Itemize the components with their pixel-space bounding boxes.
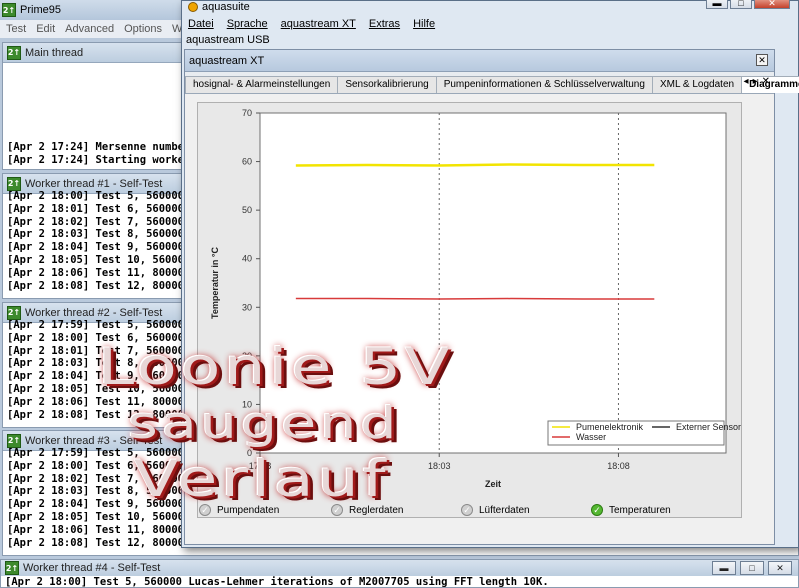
minimize-button[interactable]: ▬ [712, 561, 736, 575]
menu-options[interactable]: Options [124, 23, 162, 35]
window-title: Worker thread #4 - Self-Test [23, 562, 161, 574]
aquasuite-logo-icon [188, 2, 198, 12]
menu-datei[interactable]: Datei [188, 18, 214, 30]
tab-bar: hosignal- & Alarmeinstellungen Sensorkal… [185, 72, 799, 94]
tab-signal-alarm[interactable]: hosignal- & Alarmeinstellungen [185, 76, 339, 93]
close-button[interactable]: ✕ [754, 0, 790, 9]
menu-hilfe[interactable]: Hilfe [413, 18, 435, 30]
tab-sensor-calibration[interactable]: Sensorkalibrierung [337, 76, 437, 93]
window-title: Worker thread #1 - Self-Test [25, 177, 163, 190]
checkbox-checked-icon: ✓ [591, 504, 603, 516]
legend-label: Pumenelektronik [576, 422, 644, 432]
legend-label: Wasser [576, 432, 606, 442]
panel-title-bar[interactable]: aquastream XT ✕ [185, 50, 774, 72]
overlay-line-3: Verlauf [134, 450, 390, 508]
prime95-menu-bar: Test Edit Advanced Options Wir [0, 20, 189, 38]
x-tick-label: 18:03 [428, 461, 451, 471]
y-tick-label: 40 [242, 254, 252, 264]
prime95-app-icon: 2↑ [2, 3, 16, 17]
menu-sprache[interactable]: Sprache [227, 18, 268, 30]
log-line: [Apr 2 17:59] Test 5, 560000 Luc [7, 319, 185, 331]
main-thread-title-bar[interactable]: 2↑ Main thread [3, 43, 184, 63]
log-line: [Apr 2 18:06] Test 11, 800000 Lu [7, 266, 184, 279]
tab-scroll-left-icon[interactable]: ◂ [744, 76, 749, 87]
log-line: [Apr 2 18:00] Test 5, 560000 Luc [7, 190, 185, 202]
series-line-pumenelektronik [295, 163, 655, 167]
window-title: Worker thread #2 - Self-Test [25, 306, 163, 319]
log-line: [Apr 2 18:03] Test 8, 560000 Luc [7, 228, 185, 241]
toggle-label: Lüfterdaten [479, 504, 530, 516]
log-line: [Apr 2 18:01] Test 6, 560000 Luc [7, 202, 185, 215]
worker-thread-4-window: 2↑ Worker thread #4 - Self-Test ▬ □ ✕ [A… [0, 559, 799, 588]
y-tick-label: 50 [242, 205, 252, 215]
prime95-title-bar[interactable]: 2↑ Prime95 [0, 0, 185, 20]
thread-icon: 2↑ [7, 45, 21, 60]
tab-scroll-right-icon[interactable]: ▸ [753, 76, 758, 87]
toggle-temperaturen[interactable]: ✓ Temperaturen [591, 504, 671, 516]
toggle-label: Temperaturen [609, 504, 671, 516]
y-tick-label: 60 [242, 157, 252, 167]
maximize-button[interactable]: □ [740, 561, 764, 575]
menu-test[interactable]: Test [6, 23, 26, 35]
log-line: [Apr 2 18:04] Test 9, 560000 Luc [7, 241, 185, 254]
minimize-button[interactable]: ▬ [706, 0, 728, 9]
checkbox-icon: ✓ [461, 504, 473, 516]
overlay-line-1: Loonie 5V [98, 338, 454, 396]
tab-close-icon[interactable]: ✕ [762, 76, 770, 87]
y-axis-label: Temperatur in °C [210, 247, 220, 319]
prime95-title: Prime95 [20, 4, 61, 16]
menu-edit[interactable]: Edit [36, 23, 55, 35]
log-line: [Apr 2 17:24] Mersenne number p [7, 141, 185, 153]
window-title: Main thread [25, 46, 84, 59]
worker-thread-1-window: 2↑ Worker thread #1 - Self-Test [Apr 2 1… [2, 173, 185, 299]
thread-icon: 2↑ [7, 305, 21, 320]
log-line: [Apr 2 18:05] Test 10, 560000 Luc [7, 253, 184, 266]
menu-extras[interactable]: Extras [369, 18, 400, 30]
aquasuite-menu-bar: Datei Sprache aquastream XT Extras Hilfe [182, 15, 798, 33]
menu-aquastream-xt[interactable]: aquastream XT [281, 18, 356, 30]
device-label[interactable]: aquastream USB [182, 33, 798, 47]
x-axis-label: Zeit [485, 479, 501, 489]
main-thread-window: 2↑ Main thread [Apr 2 17:24] Mersenne nu… [2, 42, 185, 170]
worker-thread-4-title-bar[interactable]: 2↑ Worker thread #4 - Self-Test ▬ □ ✕ [1, 560, 798, 576]
close-button[interactable]: ✕ [768, 561, 792, 575]
log-line: [Apr 2 18:08] Test 12, 800000 Lu [7, 279, 184, 292]
panel-title: aquastream XT [189, 54, 265, 67]
thread-icon: 2↑ [7, 433, 21, 448]
y-tick-label: 70 [242, 108, 252, 118]
thread-icon: 2↑ [5, 561, 19, 575]
log-line: [Apr 2 18:02] Test 7, 560000 Luc [7, 215, 185, 228]
menu-advanced[interactable]: Advanced [65, 23, 114, 35]
log-line: [Apr 2 18:00] Test 5, 560000 Lucas-Lehme… [5, 576, 549, 588]
aquasuite-title: aquasuite [202, 1, 250, 13]
overlay-line-2: saugend [128, 398, 401, 449]
toggle-luefterdaten[interactable]: ✓ Lüfterdaten [461, 504, 530, 516]
panel-close-button[interactable]: ✕ [756, 54, 768, 66]
legend-label: Externer Sensor [676, 422, 741, 432]
thread-icon: 2↑ [7, 176, 21, 191]
x-tick-label: 18:08 [607, 461, 630, 471]
maximize-button[interactable]: □ [730, 0, 752, 9]
tab-xml-log[interactable]: XML & Logdaten [651, 76, 743, 93]
log-line: [Apr 2 17:24] Starting worker thre [7, 153, 184, 166]
tab-pump-info[interactable]: Pumpeninformationen & Schlüsselverwaltun… [435, 76, 653, 93]
y-tick-label: 30 [242, 302, 252, 312]
